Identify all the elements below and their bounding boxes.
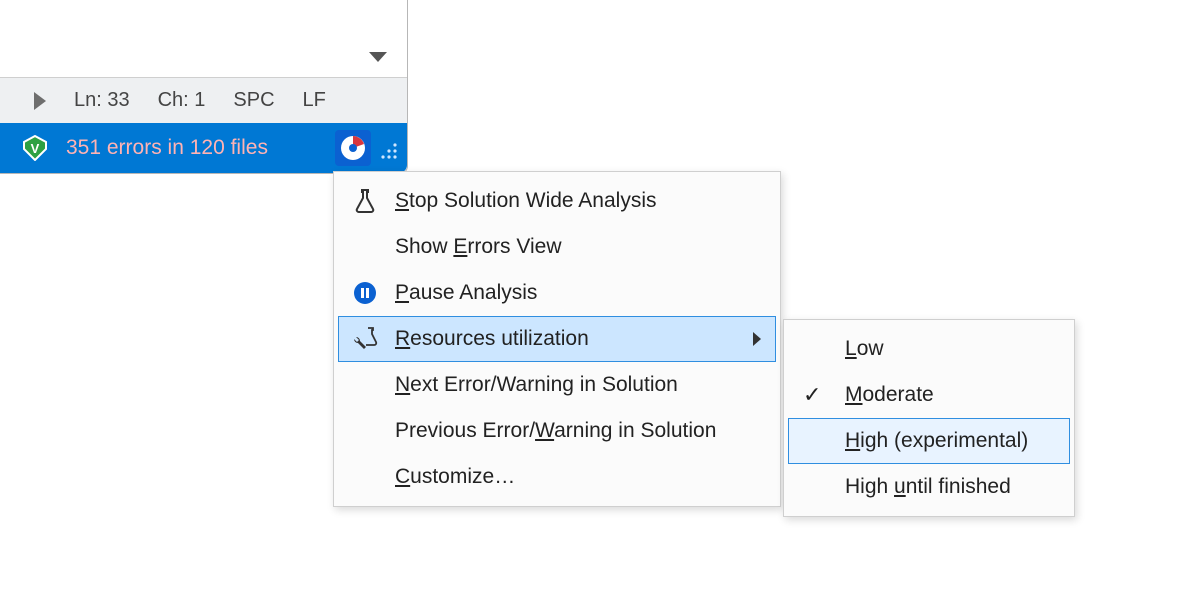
char-indicator[interactable]: Ch: 1 (158, 89, 206, 112)
menu-label: Stop Solution Wide Analysis (395, 189, 761, 213)
menu-label: Next Error/Warning in Solution (395, 373, 761, 397)
line-indicator[interactable]: Ln: 33 (74, 89, 130, 112)
submenu-high[interactable]: High (experimental) (788, 418, 1070, 464)
checkmark-icon: ✓ (803, 382, 821, 408)
indent-indicator[interactable]: SPC (233, 89, 274, 112)
menu-previous-error[interactable]: Previous Error/Warning in Solution (338, 408, 776, 454)
menu-label: Pause Analysis (395, 281, 761, 305)
menu-label: Customize… (395, 465, 761, 489)
editor-area (0, 0, 407, 78)
menu-show-errors[interactable]: Show Errors View (338, 224, 776, 270)
submenu-moderate[interactable]: ✓ Moderate (788, 372, 1070, 418)
flask-wrench-icon (351, 325, 379, 353)
menu-resources-utilization[interactable]: Resources utilization (338, 316, 776, 362)
resources-submenu: Low ✓ Moderate High (experimental) High … (783, 319, 1075, 517)
menu-label: High until finished (845, 475, 1055, 499)
dropdown-arrow-icon[interactable] (369, 52, 387, 62)
menu-label: Moderate (845, 383, 1055, 407)
menu-label: Low (845, 337, 1055, 361)
pause-icon (351, 279, 379, 307)
submenu-high-until-finished[interactable]: High until finished (788, 464, 1070, 510)
resize-grip-icon[interactable] (379, 141, 399, 167)
play-icon[interactable] (34, 92, 46, 110)
menu-next-error[interactable]: Next Error/Warning in Solution (338, 362, 776, 408)
menu-label: Show Errors View (395, 235, 761, 259)
eol-indicator[interactable]: LF (303, 89, 326, 112)
editor-info-strip: Ln: 33 Ch: 1 SPC LF (0, 78, 407, 123)
status-bar: V 351 errors in 120 files (0, 123, 407, 173)
flask-icon (351, 187, 379, 215)
submenu-arrow-icon (753, 332, 761, 346)
menu-customize[interactable]: Customize… (338, 454, 776, 500)
ide-window: Ln: 33 Ch: 1 SPC LF V 351 errors in 120 … (0, 0, 408, 174)
menu-stop-analysis[interactable]: Stop Solution Wide Analysis (338, 178, 776, 224)
vim-shield-icon[interactable]: V (22, 135, 48, 161)
submenu-low[interactable]: Low (788, 326, 1070, 372)
error-summary[interactable]: 351 errors in 120 files (66, 136, 268, 160)
analysis-context-menu: Stop Solution Wide Analysis Show Errors … (333, 171, 781, 507)
svg-text:V: V (31, 141, 40, 156)
menu-label: Previous Error/Warning in Solution (395, 419, 761, 443)
menu-pause-analysis[interactable]: Pause Analysis (338, 270, 776, 316)
menu-label: High (experimental) (845, 429, 1055, 453)
menu-label: Resources utilization (395, 327, 753, 351)
analysis-indicator-icon[interactable] (335, 130, 371, 166)
